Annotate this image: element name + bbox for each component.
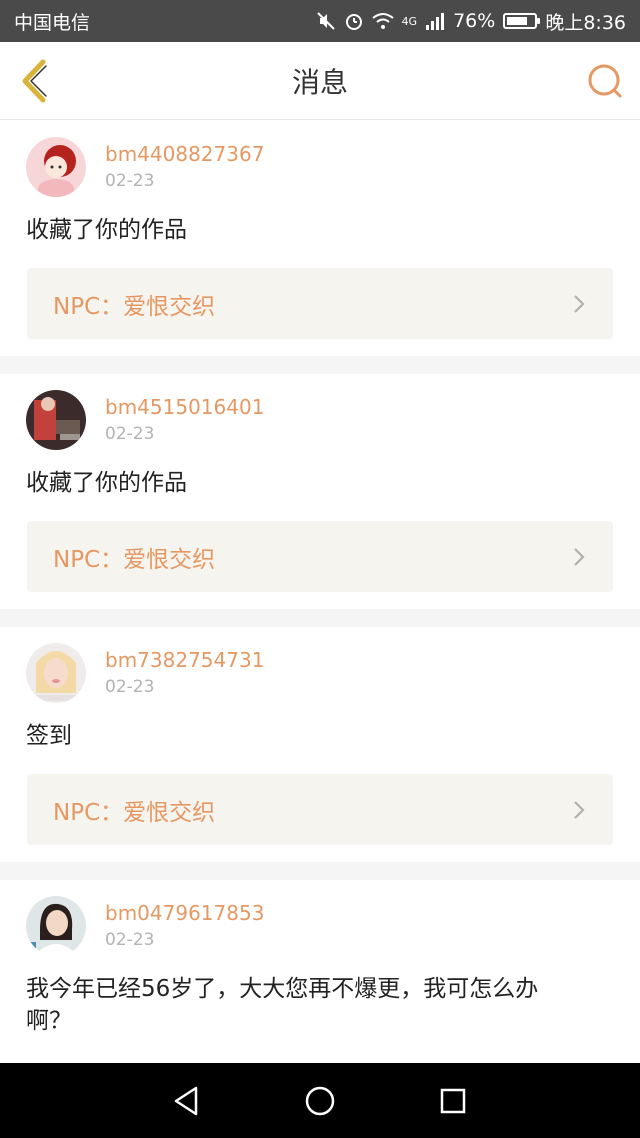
avatar[interactable]	[26, 896, 86, 956]
username[interactable]: bm4408827367	[105, 142, 264, 166]
home-circle-icon	[305, 1086, 335, 1115]
message-date: 02-23	[105, 677, 155, 697]
work-title: NPC：爱恨交织	[53, 293, 216, 320]
message-date: 02-23	[105, 171, 155, 191]
chevron-right-icon	[574, 294, 585, 313]
battery-icon	[503, 13, 541, 29]
alarm-icon	[345, 14, 362, 30]
message-card: bm7382754731 02-23 签到 NPC：爱恨交织	[0, 627, 640, 880]
username[interactable]: bm7382754731	[105, 648, 264, 672]
username[interactable]: bm4515016401	[105, 395, 264, 419]
back-chevron-icon	[22, 59, 47, 103]
clock: 晚上8:36	[545, 11, 626, 34]
nav-home-button[interactable]	[300, 1081, 340, 1121]
chevron-right-icon	[574, 800, 585, 819]
carrier-label: 中国电信	[14, 11, 91, 34]
signal-icon	[426, 13, 445, 30]
avatar[interactable]	[26, 643, 86, 703]
message-text: 收藏了你的作品	[26, 470, 187, 496]
work-link[interactable]: NPC：爱恨交织	[27, 774, 613, 845]
back-button[interactable]	[16, 56, 52, 106]
message-date: 02-23	[105, 424, 155, 444]
avatar[interactable]	[26, 137, 86, 197]
nav-back-button[interactable]	[167, 1081, 207, 1121]
username[interactable]: bm0479617853	[105, 901, 264, 925]
message-card: bm0479617853 02-23 我今年已经56岁了，大大您再不爆更，我可怎…	[0, 880, 640, 1037]
message-card: bm4515016401 02-23 收藏了你的作品 NPC：爱恨交织	[0, 374, 640, 627]
battery-percent: 76%	[453, 10, 496, 32]
system-nav-bar	[0, 1063, 640, 1138]
message-text: 签到	[26, 723, 72, 749]
work-title: NPC：爱恨交织	[53, 546, 216, 573]
search-icon	[588, 64, 622, 98]
message-text: 收藏了你的作品	[26, 217, 187, 243]
mute-icon	[316, 12, 335, 30]
message-feed[interactable]: bm4408827367 02-23 收藏了你的作品 NPC：爱恨交织 bm45…	[0, 121, 640, 1063]
recents-square-icon	[441, 1088, 466, 1113]
card-divider	[0, 862, 640, 880]
search-button[interactable]	[586, 62, 624, 100]
work-link[interactable]: NPC：爱恨交织	[27, 521, 613, 592]
page-title: 消息	[291, 65, 348, 99]
back-triangle-icon	[174, 1086, 197, 1115]
app-header: 消息	[0, 42, 640, 120]
work-title: NPC：爱恨交织	[53, 799, 216, 826]
card-divider	[0, 356, 640, 374]
status-bar: 中国电信 4G 76% 晚上8:36	[0, 0, 640, 42]
work-link[interactable]: NPC：爱恨交织	[27, 268, 613, 339]
message-date: 02-23	[105, 930, 155, 950]
chevron-right-icon	[574, 547, 585, 566]
network-label: 4G	[401, 14, 418, 28]
nav-recents-button[interactable]	[433, 1081, 473, 1121]
message-card: bm4408827367 02-23 收藏了你的作品 NPC：爱恨交织	[0, 121, 640, 374]
avatar[interactable]	[26, 390, 86, 450]
status-icons: 4G 76% 晚上8:36	[316, 8, 626, 35]
card-divider	[0, 609, 640, 627]
wifi-icon	[371, 13, 394, 29]
message-text: 我今年已经56岁了，大大您再不爆更，我可怎么办啊？	[26, 976, 539, 1034]
